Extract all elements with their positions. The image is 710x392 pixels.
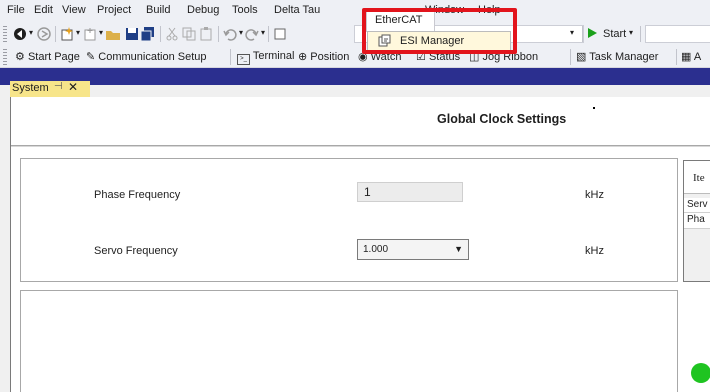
- standard-toolbar: ▾ ▾ ▾ ▾ ▾ ▾ Start ▾: [0, 22, 710, 46]
- forward-icon[interactable]: [36, 26, 52, 42]
- terminal-link[interactable]: >_ Terminal: [237, 50, 294, 65]
- start-button[interactable]: Start: [603, 28, 626, 40]
- tab-label: System: [12, 82, 49, 94]
- save-icon[interactable]: [124, 26, 140, 42]
- chevron-down-icon: ▼: [454, 244, 463, 254]
- table-row[interactable]: Serv: [684, 198, 710, 213]
- menu-debug[interactable]: Debug: [187, 4, 219, 16]
- page-title: Global Clock Settings: [437, 112, 567, 126]
- quick-links-toolbar: ⚙ Start Page ✎ Communication Setup >_ Te…: [0, 46, 710, 68]
- crosshair-icon: ⊕: [298, 51, 308, 63]
- task-manager-link[interactable]: ▧ Task Manager: [576, 50, 658, 63]
- new-project-icon[interactable]: [59, 26, 75, 42]
- servo-unit-label: kHz: [585, 245, 604, 257]
- lower-panel: [20, 290, 678, 392]
- start-page-link[interactable]: ⚙ Start Page: [15, 50, 80, 63]
- position-link[interactable]: ⊕ Position: [298, 50, 349, 63]
- document-tab-strip: [0, 68, 710, 85]
- menu-view[interactable]: View: [62, 4, 86, 16]
- separator: [230, 49, 231, 65]
- toolbar-grip-icon[interactable]: [3, 26, 7, 42]
- gear-icon: ⚙: [15, 51, 25, 63]
- chart-icon: ▧: [576, 51, 587, 63]
- add-dropdown-icon[interactable]: ▾: [99, 28, 103, 37]
- menu-file[interactable]: File: [7, 4, 25, 16]
- phase-unit-label: kHz: [585, 189, 604, 201]
- clock-settings-panel: [20, 158, 678, 282]
- communication-setup-link[interactable]: ✎ Communication Setup: [86, 50, 207, 63]
- phase-frequency-input[interactable]: 1: [357, 182, 463, 202]
- table-row[interactable]: Pha: [684, 213, 710, 229]
- back-dropdown-icon[interactable]: ▾: [29, 28, 33, 37]
- start-dropdown-icon[interactable]: ▾: [629, 28, 633, 37]
- menu-delta-tau[interactable]: Delta Tau: [274, 4, 320, 16]
- menu-edit[interactable]: Edit: [34, 4, 53, 16]
- redo-icon[interactable]: [244, 26, 260, 42]
- separator: [640, 26, 641, 42]
- table-icon: ▦: [681, 51, 692, 63]
- divider: [11, 146, 710, 147]
- terminal-icon: >_: [237, 54, 250, 65]
- cursor-dot: [593, 107, 595, 109]
- separator: [160, 26, 161, 42]
- pin-icon[interactable]: ⊣: [54, 81, 63, 92]
- menu-project[interactable]: Project: [97, 4, 131, 16]
- open-folder-icon[interactable]: [105, 26, 121, 42]
- separator: [582, 26, 583, 42]
- menu-build[interactable]: Build: [146, 4, 170, 16]
- redo-dropdown-icon[interactable]: ▾: [261, 28, 265, 37]
- separator: [218, 26, 219, 42]
- truncated-link[interactable]: ▦ A: [681, 50, 701, 63]
- table-header-label: Ite: [693, 172, 705, 184]
- table-header: Ite: [684, 161, 710, 194]
- servo-frequency-label: Servo Frequency: [94, 245, 178, 257]
- phase-frequency-label: Phase Frequency: [94, 189, 181, 201]
- separator: [268, 26, 269, 42]
- status-indicator: [691, 363, 710, 383]
- toolbar-grip-icon[interactable]: [3, 49, 7, 65]
- tab-system[interactable]: System ⊣ ✕: [10, 80, 90, 97]
- items-table: Ite Serv Pha: [683, 160, 710, 282]
- separator: [55, 26, 56, 42]
- undo-dropdown-icon[interactable]: ▾: [239, 28, 243, 37]
- save-all-icon[interactable]: [140, 26, 156, 42]
- menu-bar: File Edit View Project Build Debug Tools…: [0, 0, 710, 22]
- cut-icon[interactable]: [164, 26, 180, 42]
- separator: [570, 49, 571, 65]
- debug-target-icon[interactable]: [272, 26, 288, 42]
- highlight-box: [362, 8, 517, 54]
- chevron-down-icon[interactable]: ▾: [570, 28, 574, 37]
- copy-icon[interactable]: [181, 26, 197, 42]
- servo-frequency-value: 1.000: [363, 244, 389, 255]
- new-dropdown-icon[interactable]: ▾: [76, 28, 80, 37]
- undo-icon[interactable]: [222, 26, 238, 42]
- paste-icon[interactable]: [198, 26, 214, 42]
- servo-frequency-select[interactable]: 1.000 ▼: [357, 239, 469, 260]
- close-icon[interactable]: ✕: [68, 80, 78, 94]
- back-icon[interactable]: [12, 26, 28, 42]
- separator: [676, 49, 677, 65]
- add-item-icon[interactable]: [82, 26, 98, 42]
- toolbar-search-field[interactable]: [645, 25, 710, 43]
- plug-icon: ✎: [86, 51, 96, 63]
- menu-tools[interactable]: Tools: [232, 4, 258, 16]
- play-icon[interactable]: [586, 27, 598, 39]
